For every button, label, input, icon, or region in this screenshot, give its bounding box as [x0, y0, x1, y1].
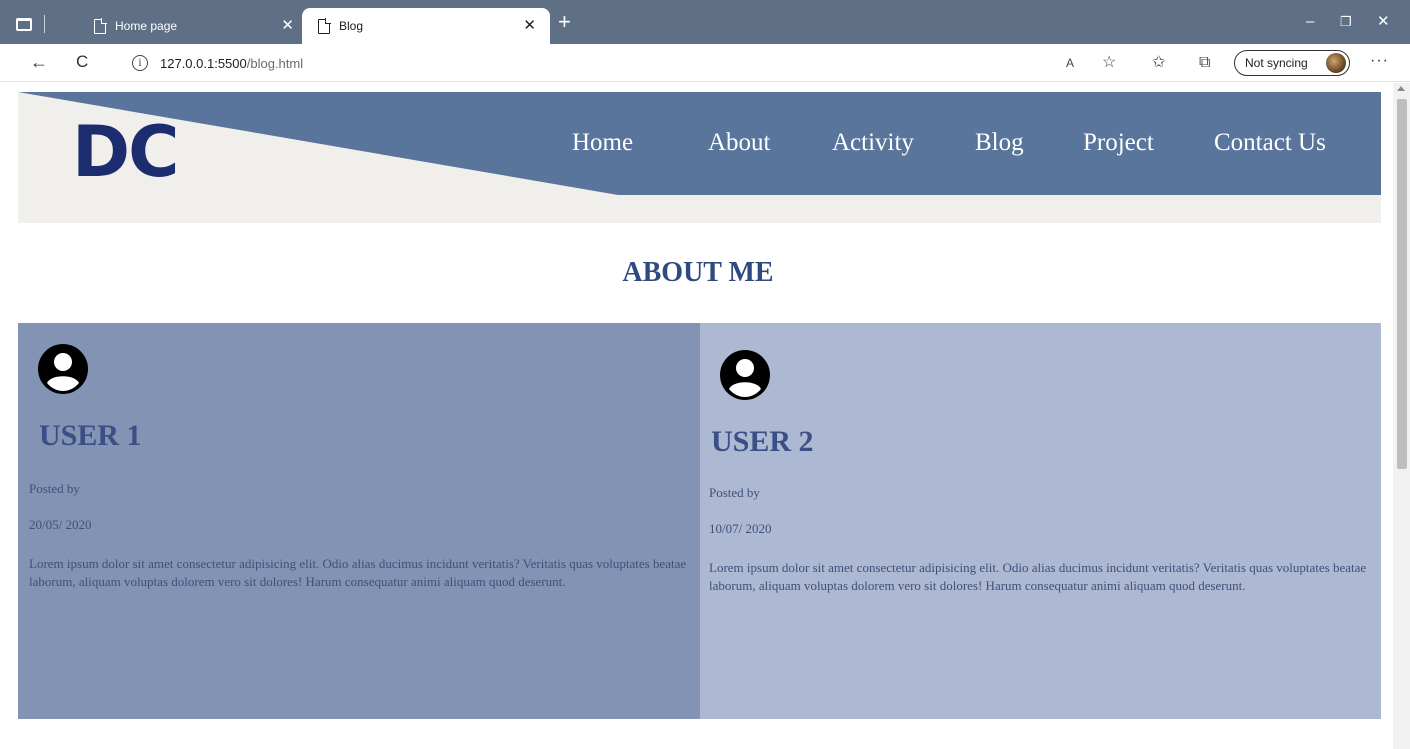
reload-icon[interactable]: C	[76, 52, 88, 72]
post-date: 10/07/ 2020	[709, 521, 772, 536]
post-author-label: Posted by	[709, 485, 760, 500]
nav-project[interactable]: Project	[1083, 128, 1154, 158]
page-viewport: DC Home About Activity Blog Project Cont…	[0, 83, 1410, 749]
post-user-name: USER 2	[711, 425, 814, 458]
profile-avatar	[1326, 53, 1346, 73]
browser-toolbar: ← C i 127.0.0.1:5500/blog.html A ☆ ✩ ⧉ N…	[0, 44, 1410, 82]
tab-title: Blog	[339, 19, 364, 33]
site-header: DC Home About Activity Blog Project Cont…	[18, 92, 1381, 223]
tab-actions[interactable]	[16, 14, 76, 34]
scroll-thumb[interactable]	[1397, 99, 1407, 469]
site-info-icon[interactable]: i	[132, 55, 148, 71]
url-path: /blog.html	[246, 55, 304, 71]
page-icon	[94, 18, 107, 34]
collections-icon[interactable]: ⧉	[1199, 54, 1210, 72]
new-tab-button[interactable]: +	[558, 11, 571, 33]
nav-activity[interactable]: Activity	[832, 128, 914, 158]
sync-label: Not syncing	[1245, 56, 1308, 70]
tab-close-icon[interactable]: ✕	[281, 17, 294, 35]
page-icon	[318, 18, 331, 34]
main-nav: Home About Activity Blog Project Contact…	[18, 128, 1381, 158]
url-text[interactable]: 127.0.0.1:5500/blog.html	[160, 56, 303, 71]
more-icon[interactable]: ···	[1370, 52, 1389, 70]
read-aloud-icon[interactable]: A	[1066, 54, 1074, 72]
post-date: 20/05/ 2020	[29, 517, 92, 532]
tab-title: Home page	[115, 19, 178, 33]
browser-tab-bar: Home page ✕ Blog ✕ + – ❐ ✕	[0, 0, 1410, 44]
post-card-2: USER 2 Posted by 10/07/ 2020 Lorem ipsum…	[700, 323, 1381, 719]
post-card-1: USER 1 Posted by 20/05/ 2020 Lorem ipsum…	[18, 323, 700, 719]
user-avatar-icon	[720, 350, 770, 400]
minimize-icon[interactable]: –	[1306, 12, 1314, 32]
url-host: 127.0.0.1:5500	[160, 55, 247, 71]
page-scrollbar[interactable]	[1393, 83, 1410, 749]
tab-actions-icon[interactable]	[16, 17, 32, 31]
nav-contact-us[interactable]: Contact Us	[1214, 128, 1326, 158]
favorites-icon[interactable]: ✩	[1152, 54, 1165, 72]
nav-blog[interactable]: Blog	[975, 128, 1024, 158]
address-bar[interactable]: i 127.0.0.1:5500/blog.html	[112, 48, 1212, 78]
nav-about[interactable]: About	[708, 128, 771, 158]
page-title: ABOUT ME	[622, 257, 774, 288]
post-user-name: USER 1	[39, 419, 142, 452]
scroll-up-arrow-icon[interactable]	[1397, 86, 1405, 91]
tab-close-icon[interactable]: ✕	[523, 17, 536, 35]
post-body: Lorem ipsum dolor sit amet consectetur a…	[709, 560, 1367, 593]
tab-separator	[44, 15, 45, 33]
add-favorite-icon[interactable]: ☆	[1102, 54, 1116, 72]
back-icon[interactable]: ←	[30, 52, 48, 72]
post-body: Lorem ipsum dolor sit amet consectetur a…	[29, 556, 687, 589]
tab-home-page[interactable]: Home page ✕	[78, 8, 308, 44]
profile-sync-button[interactable]: Not syncing	[1234, 50, 1350, 76]
tab-blog[interactable]: Blog ✕	[302, 8, 550, 44]
restore-icon[interactable]: ❐	[1340, 12, 1352, 32]
nav-home[interactable]: Home	[572, 128, 633, 158]
post-author-label: Posted by	[29, 481, 80, 496]
window-close-icon[interactable]: ✕	[1377, 12, 1390, 32]
user-avatar-icon	[38, 344, 88, 394]
